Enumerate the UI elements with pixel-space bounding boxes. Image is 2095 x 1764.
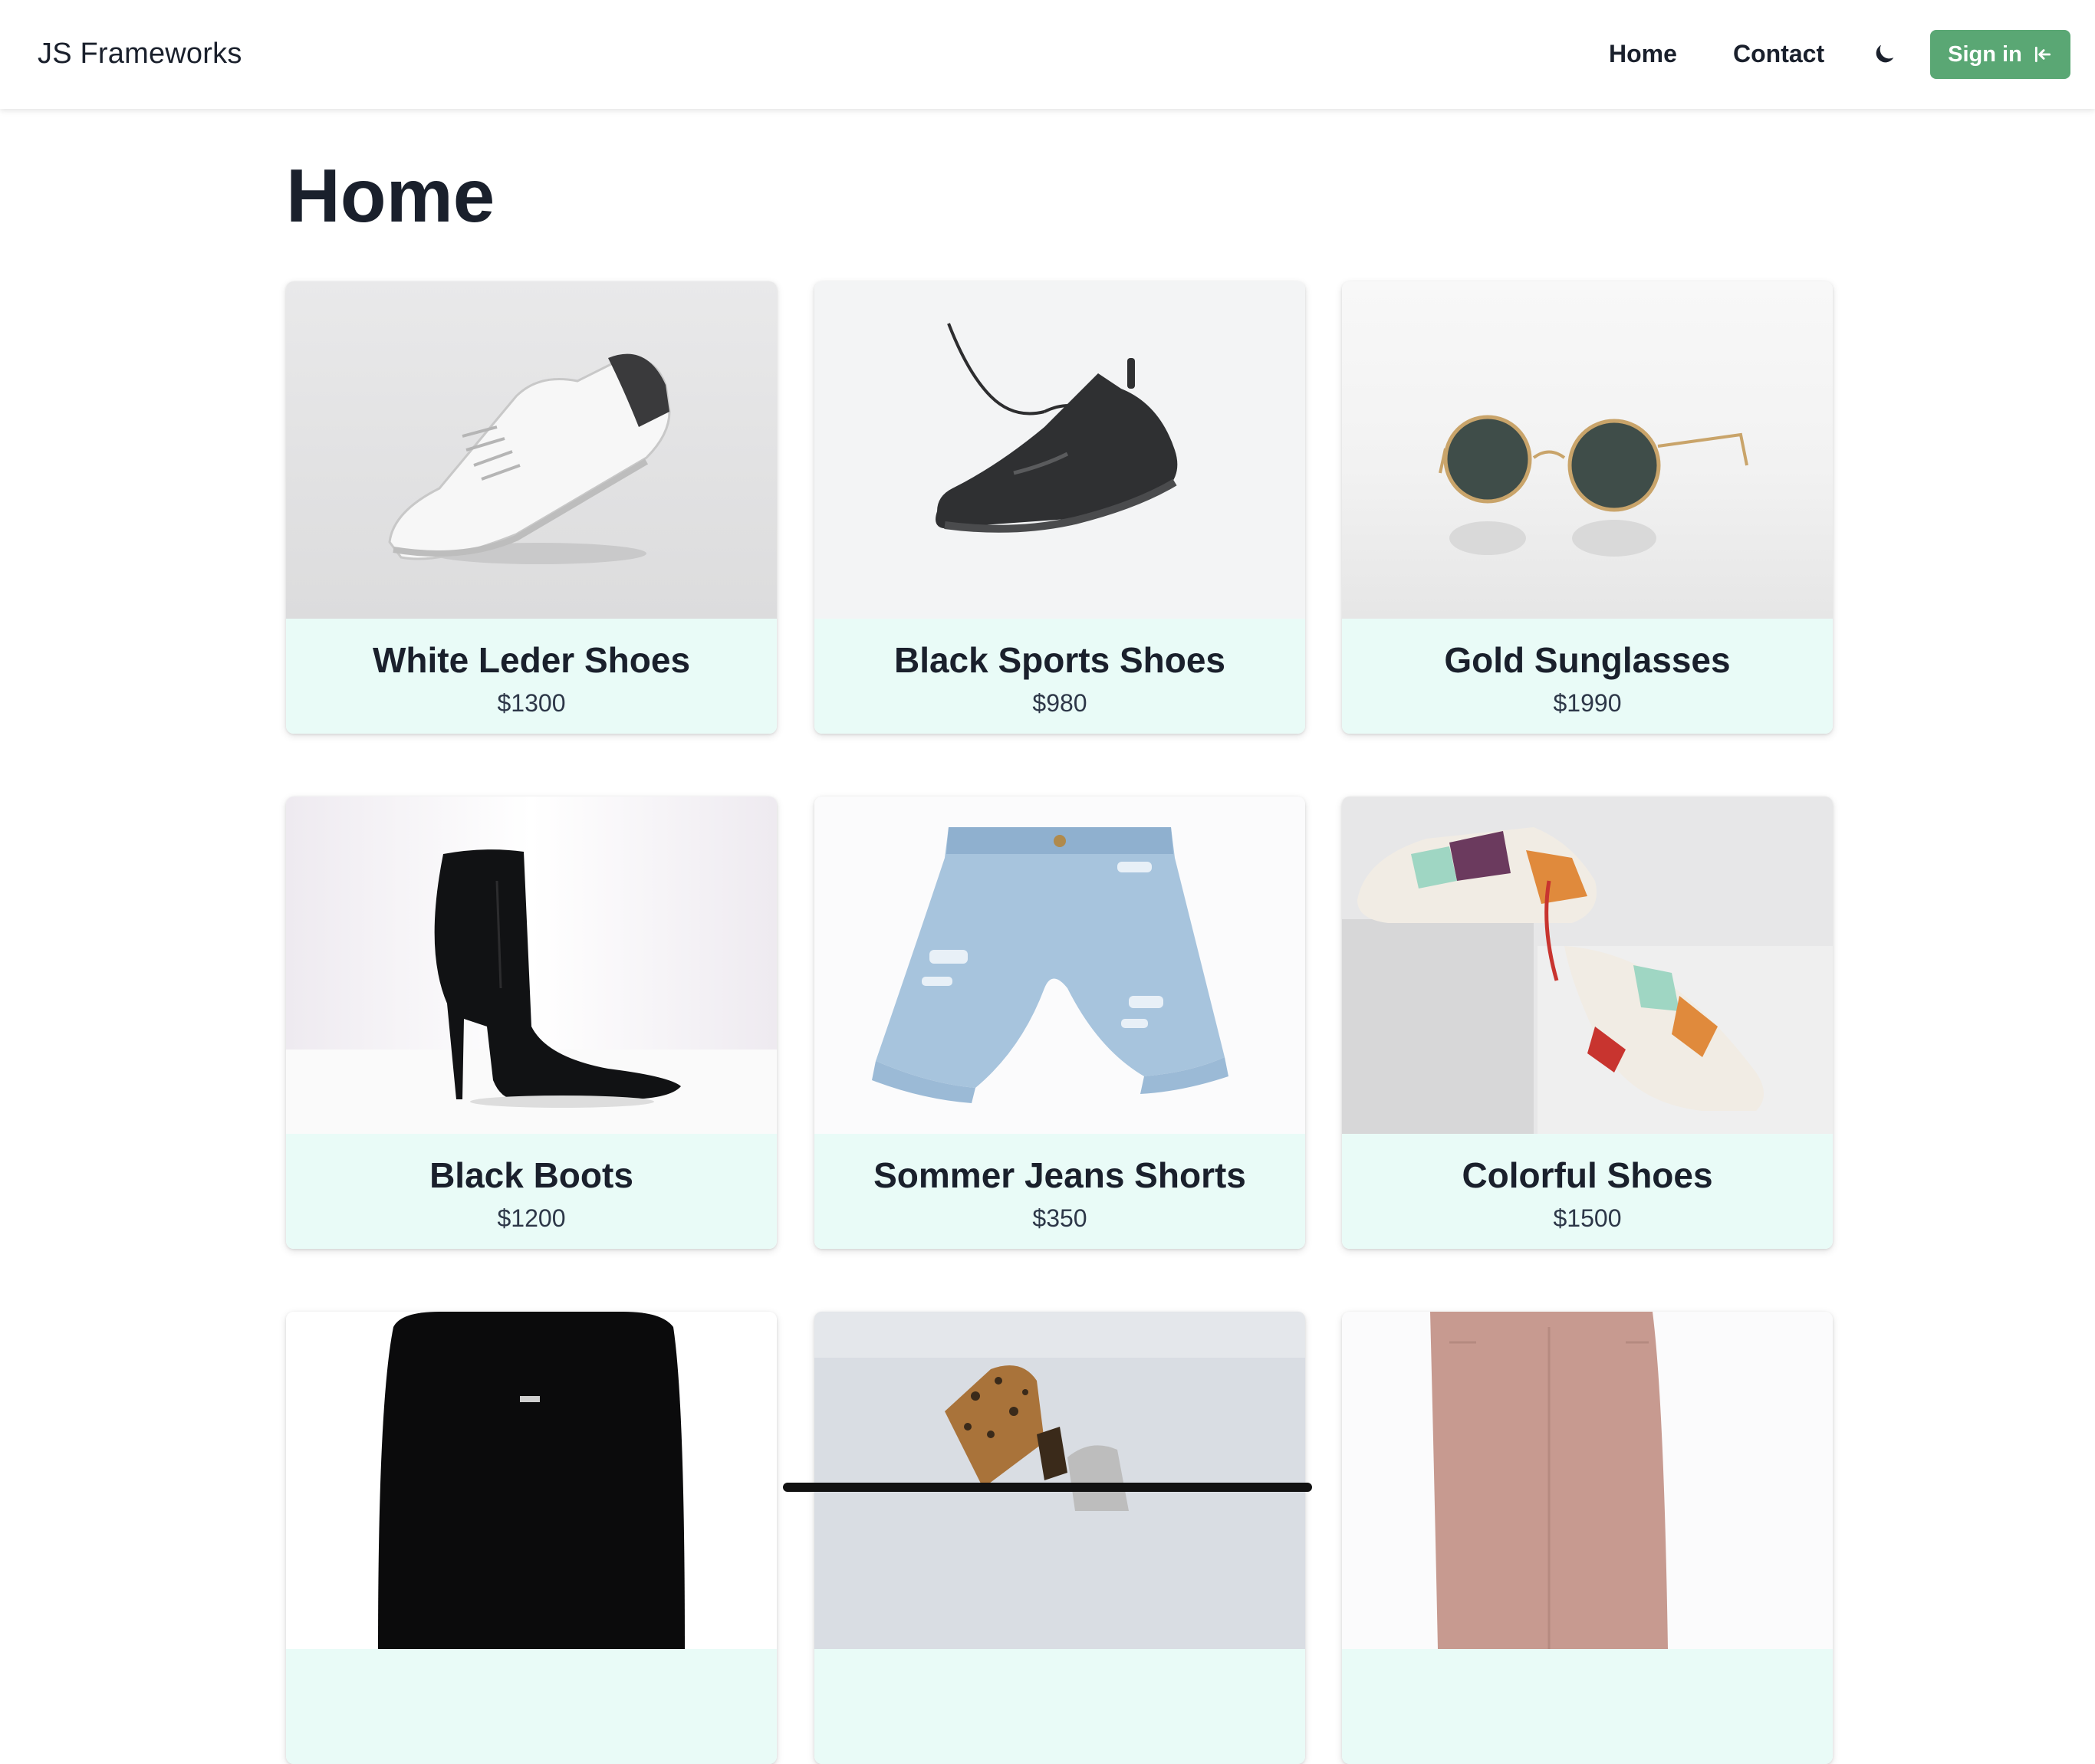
product-image — [1342, 1312, 1833, 1649]
product-card-black-sports-shoes[interactable]: Black Sports Shoes $980 — [814, 281, 1305, 734]
product-price: $350 — [1032, 1204, 1087, 1232]
product-card-pink-pants[interactable] — [1342, 1312, 1833, 1764]
product-price: $1500 — [1553, 1204, 1622, 1232]
product-name: Black Boots — [429, 1155, 633, 1195]
product-image — [1342, 797, 1833, 1134]
home-indicator[interactable] — [783, 1483, 1312, 1492]
product-info — [286, 1649, 777, 1764]
product-price: $980 — [1032, 689, 1087, 717]
product-info — [1342, 1649, 1833, 1764]
product-price: $1200 — [497, 1204, 566, 1232]
brand-logo[interactable]: JS Frameworks — [38, 32, 242, 75]
product-price: $1300 — [497, 689, 566, 717]
product-card-black-sweater[interactable] — [286, 1312, 777, 1764]
product-info: White Leder Shoes $1300 — [286, 619, 777, 734]
nav-link-contact[interactable]: Contact — [1733, 32, 1824, 75]
product-name: Gold Sunglasses — [1444, 640, 1731, 680]
product-name: Black Sports Shoes — [893, 640, 1226, 680]
product-name: Sommer Jeans Shorts — [873, 1155, 1246, 1195]
product-image — [286, 281, 777, 619]
product-image — [286, 797, 777, 1134]
product-info — [814, 1649, 1305, 1764]
product-info: Gold Sunglasses $1990 — [1342, 619, 1833, 734]
product-card-gold-sunglasses[interactable]: Gold Sunglasses $1990 — [1342, 281, 1833, 734]
login-arrow-icon — [2034, 46, 2051, 63]
theme-toggle-button[interactable] — [1866, 35, 1903, 72]
top-navbar: JS Frameworks Home Contact Sign in — [0, 0, 2095, 109]
nav-link-home[interactable]: Home — [1609, 32, 1677, 75]
product-info: Sommer Jeans Shorts $350 — [814, 1134, 1305, 1249]
product-name: White Leder Shoes — [372, 640, 691, 680]
product-image — [1342, 281, 1833, 619]
product-info: Black Sports Shoes $980 — [814, 619, 1305, 734]
product-name: Colorful Shoes — [1462, 1155, 1713, 1195]
product-info: Black Boots $1200 — [286, 1134, 777, 1249]
product-image — [814, 281, 1305, 619]
product-image — [286, 1312, 777, 1649]
product-image — [814, 797, 1305, 1134]
product-card-sommer-jeans-shorts[interactable]: Sommer Jeans Shorts $350 — [814, 797, 1305, 1249]
sign-in-label: Sign in — [1948, 41, 2022, 67]
product-info: Colorful Shoes $1500 — [1342, 1134, 1833, 1249]
page-title: Home — [286, 153, 495, 238]
product-card-colorful-shoes[interactable]: Colorful Shoes $1500 — [1342, 797, 1833, 1249]
sign-in-button[interactable]: Sign in — [1930, 30, 2070, 79]
product-card-leopard-boots[interactable] — [814, 1312, 1305, 1764]
product-card-white-leder-shoes[interactable]: White Leder Shoes $1300 — [286, 281, 777, 734]
product-price: $1990 — [1553, 689, 1622, 717]
moon-icon — [1876, 44, 1894, 63]
product-image — [814, 1312, 1305, 1649]
product-card-black-boots[interactable]: Black Boots $1200 — [286, 797, 777, 1249]
